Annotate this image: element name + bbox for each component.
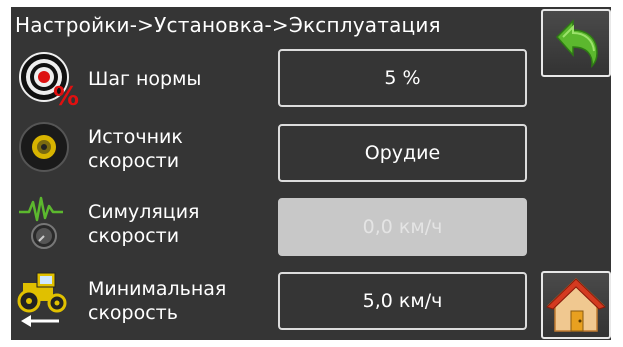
step-rate-field[interactable]: 5 % [278,49,527,107]
min-speed-label: Минимальная скорость [88,277,226,325]
home-button[interactable] [541,271,611,339]
speed-simulation-label-line2: скорости [88,225,180,247]
wheel-sensor-icon [17,117,83,177]
speed-simulation-label: Симуляция скорости [88,200,199,248]
speed-simulation-label-line1: Симуляция [88,201,200,223]
home-icon [546,277,606,332]
tractor-reverse-icon [17,269,83,329]
svg-text:%: % [53,82,79,107]
back-arrow-icon [555,19,598,68]
speed-simulation-field[interactable]: 0,0 км/ч [278,198,527,256]
speed-source-field[interactable]: Орудие [278,124,527,182]
min-speed-field[interactable]: 5,0 км/ч [278,272,527,330]
settings-screen: Настройки->Установка->Эксплуатация % Шаг… [11,7,611,340]
min-speed-label-line2: скорость [88,302,178,324]
speed-simulation-icon [17,192,83,252]
step-rate-label: Шаг нормы [88,68,202,90]
back-button[interactable] [541,9,611,77]
page-title: Настройки->Установка->Эксплуатация [15,13,441,37]
speed-source-label: Источник скорости [88,125,183,173]
speed-source-label-line2: скорости [88,150,180,172]
speed-source-label-line1: Источник [88,126,183,148]
target-percent-icon: % [17,47,83,112]
min-speed-label-line1: Минимальная [88,278,227,300]
